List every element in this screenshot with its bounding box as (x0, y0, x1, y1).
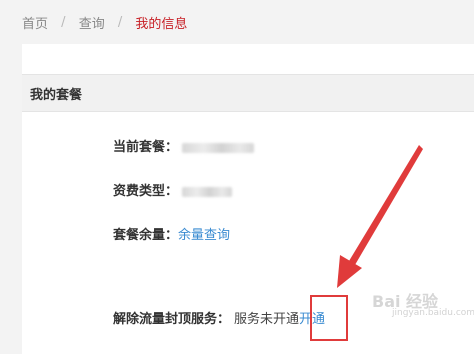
balance-row: 套餐余量：余量查询 (113, 226, 230, 246)
breadcrumb-current: 我的信息 (135, 17, 188, 32)
breadcrumb-home[interactable]: 首页 (22, 17, 48, 32)
current-plan-row: 当前套餐： (113, 138, 255, 158)
current-plan-label: 当前套餐： (113, 140, 179, 155)
cap-status: 服务未开通 (234, 312, 300, 327)
enable-link[interactable]: 开通 (299, 312, 325, 327)
balance-query-link[interactable]: 余量查询 (178, 228, 230, 243)
cap-row: 解除流量封顶服务： 服务未开通开通 (113, 310, 325, 330)
breadcrumb: 首页 / 查询 / 我的信息 (22, 13, 188, 32)
watermark-url: jingyan.baidu.com (392, 308, 474, 318)
breadcrumb-separator: / (61, 15, 66, 30)
card-title: 我的套餐 (30, 88, 83, 103)
fee-type-value-redacted (182, 186, 233, 197)
breadcrumb-separator: / (117, 15, 123, 30)
cap-label: 解除流量封顶服务： (113, 312, 231, 327)
card-header: 我的套餐 (22, 74, 474, 112)
fee-type-label: 资费类型： (113, 184, 179, 199)
current-plan-value-redacted (182, 142, 255, 153)
balance-label: 套餐余量： (113, 228, 179, 243)
breadcrumb-query[interactable]: 查询 (79, 17, 105, 32)
fee-type-row: 资费类型： (113, 182, 233, 202)
